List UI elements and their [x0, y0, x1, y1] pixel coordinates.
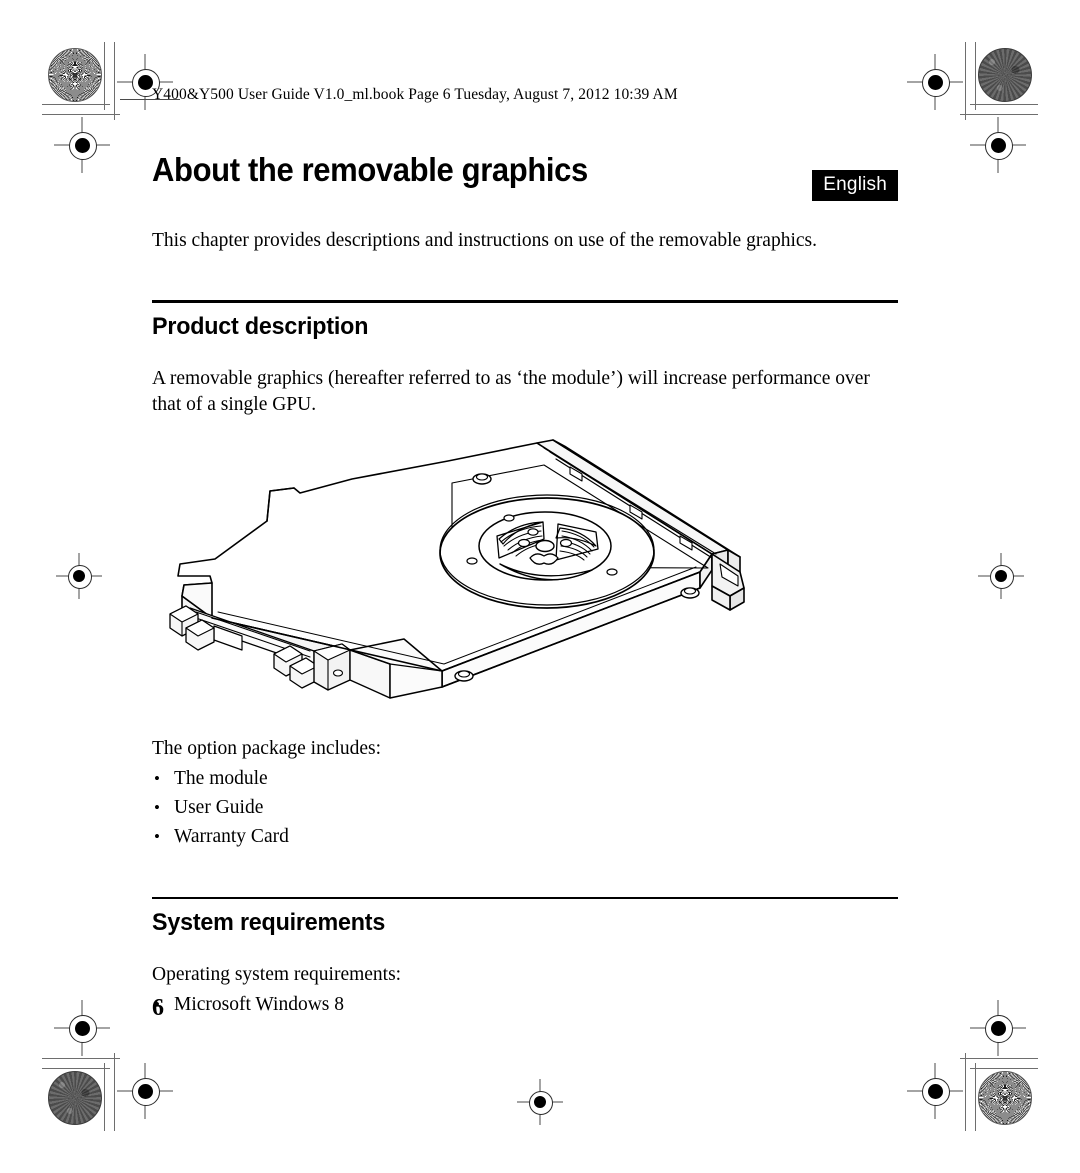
- page-content: About the removable graphics English Thi…: [152, 150, 898, 1019]
- os-requirements-lead: Operating system requirements:: [152, 964, 402, 985]
- radial-resolution-target-icon: [48, 48, 102, 102]
- page-number: 6: [152, 995, 164, 1021]
- running-header: Y400&Y500 User Guide V1.0_ml.book Page 6…: [152, 86, 678, 103]
- registration-target-icon: [517, 1079, 563, 1125]
- section-paragraph: A removable graphics (hereafter referred…: [152, 367, 870, 415]
- registration-target-icon: [978, 553, 1024, 599]
- corner-crop-mark: [42, 42, 120, 120]
- registration-target-icon: [970, 1000, 1026, 1056]
- list-item: User Guide: [152, 793, 898, 822]
- radial-resolution-target-icon: [978, 1071, 1032, 1125]
- list-item: The module: [152, 764, 898, 793]
- section-rule: [152, 896, 898, 899]
- page-title: About the removable graphics: [152, 151, 588, 188]
- option-package-list: The module User Guide Warranty Card: [152, 764, 898, 851]
- section-system-requirements: System requirements Operating system req…: [152, 896, 898, 1019]
- halftone-density-patch-icon: [978, 48, 1032, 102]
- corner-crop-mark: [960, 42, 1038, 120]
- removable-graphics-module-drawing: [169, 438, 745, 699]
- product-illustration: [152, 436, 898, 712]
- registration-target-icon: [54, 1000, 110, 1056]
- registration-target-icon: [970, 117, 1026, 173]
- os-requirements-list: Microsoft Windows 8: [152, 990, 898, 1019]
- corner-crop-mark: [960, 1053, 1038, 1131]
- option-package-lead: The option package includes:: [152, 737, 382, 759]
- registration-target-icon: [907, 1063, 963, 1119]
- halftone-density-patch-icon: [48, 1071, 102, 1125]
- list-item: Warranty Card: [152, 822, 898, 851]
- section-heading: System requirements: [152, 909, 386, 936]
- title-row: About the removable graphics English: [152, 150, 898, 202]
- document-page: Y400&Y500 User Guide V1.0_ml.book Page 6…: [0, 0, 1080, 1173]
- list-item: Microsoft Windows 8: [152, 990, 898, 1019]
- registration-target-icon: [54, 117, 110, 173]
- section-heading: Product description: [152, 312, 369, 340]
- language-badge: English: [812, 170, 898, 201]
- section-product-description: Product description A removable graphics…: [152, 300, 898, 851]
- chapter-intro-paragraph: This chapter provides descriptions and i…: [152, 230, 817, 251]
- registration-target-icon: [117, 1063, 173, 1119]
- registration-target-icon: [56, 553, 102, 599]
- section-rule: [152, 300, 898, 303]
- registration-target-icon: [907, 54, 963, 110]
- corner-crop-mark: [42, 1053, 120, 1131]
